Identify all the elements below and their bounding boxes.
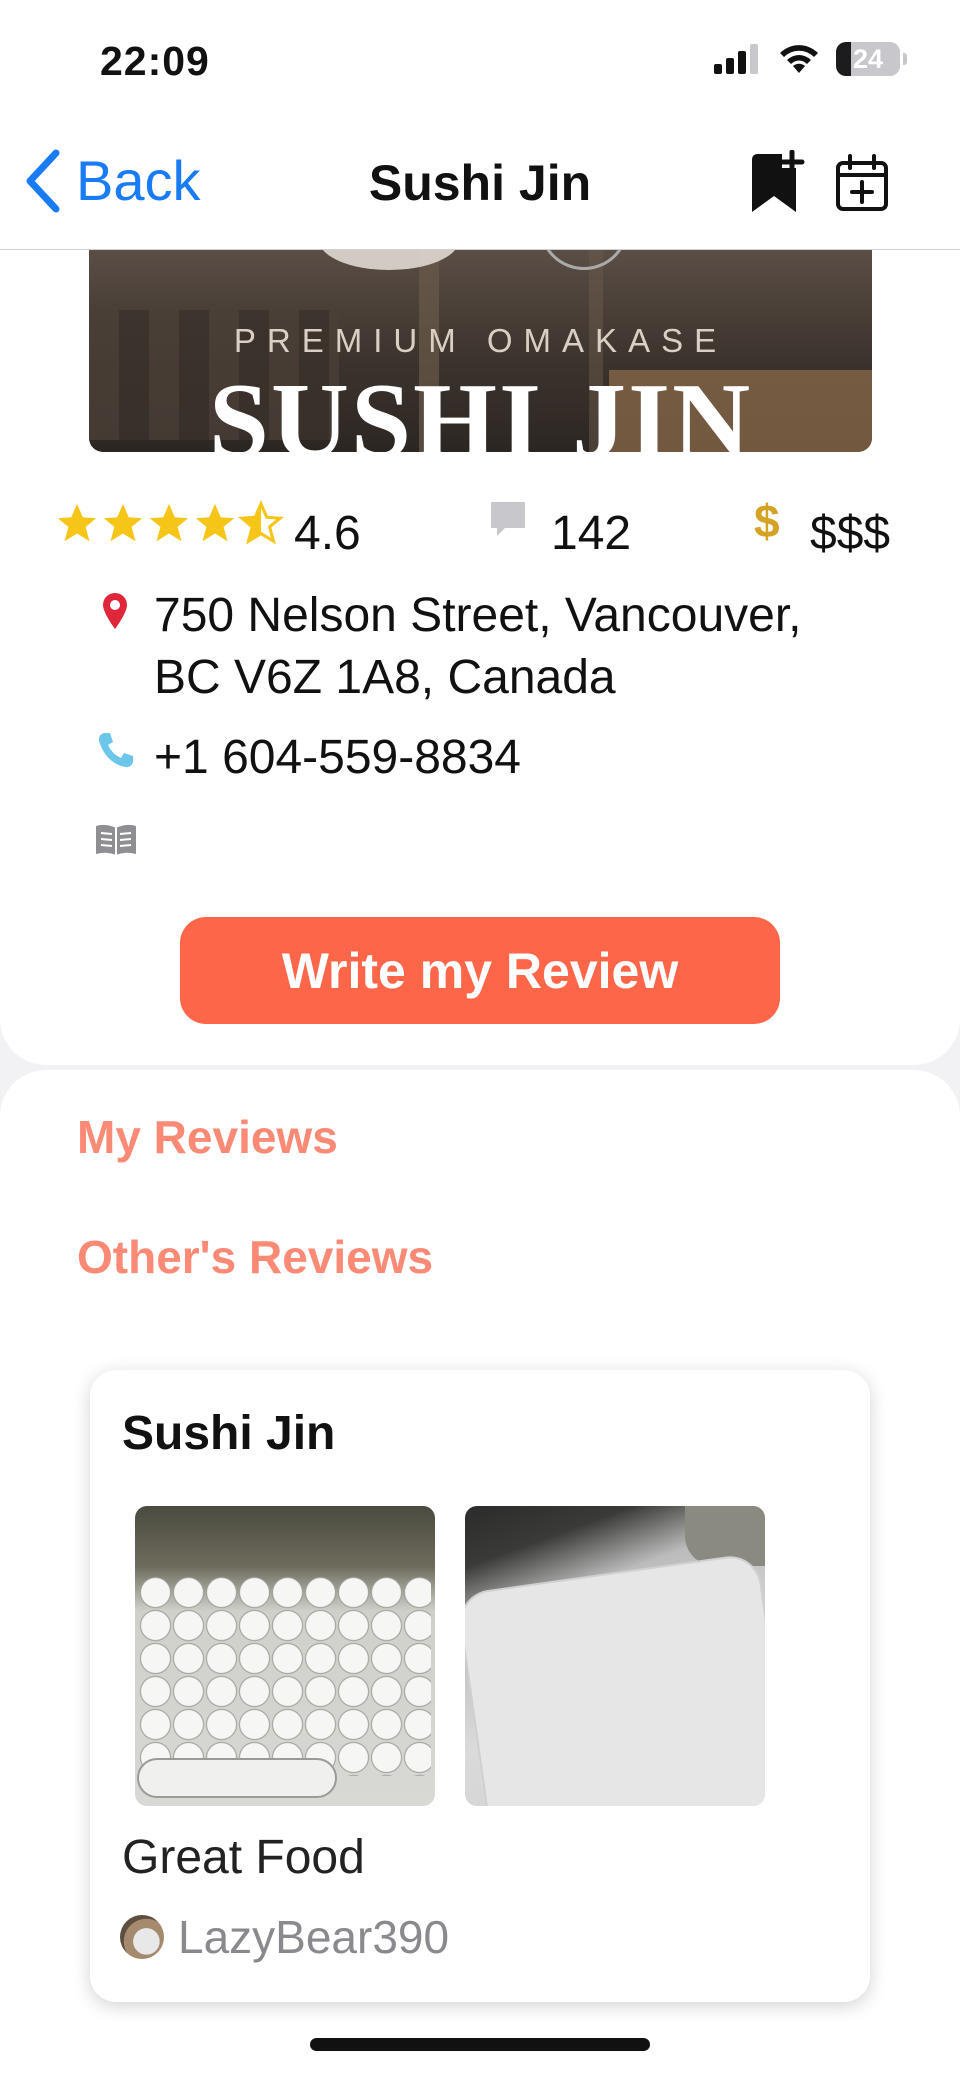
hero-title: SUSHI JIN — [208, 362, 753, 453]
location-pin-icon — [103, 593, 127, 629]
star-icon — [103, 503, 143, 542]
comment-icon — [491, 502, 525, 536]
phone-number: +1 604-559-8834 — [154, 731, 521, 784]
rating-stars — [54, 500, 284, 546]
restaurant-details-card: PREMIUM OMAKASE SUSHI JIN 4.6 142 $ $$$ … — [0, 250, 960, 1065]
avatar — [120, 1915, 164, 1959]
rating-value: 4.6 — [294, 507, 361, 560]
wifi-icon — [780, 45, 818, 73]
menu-book-icon[interactable] — [94, 822, 138, 858]
phone-row[interactable]: +1 604-559-8834 — [96, 730, 521, 784]
review-restaurant-name: Sushi Jin — [122, 1407, 336, 1460]
star-icon — [195, 503, 235, 542]
review-count: 142 — [551, 507, 632, 560]
reviews-sheet: My Reviews Other's Reviews Sushi Jin Gre… — [0, 1070, 960, 2079]
review-text: Great Food — [122, 1831, 365, 1884]
review-photo[interactable] — [135, 1506, 435, 1806]
dollar-icon: $ — [754, 495, 780, 547]
review-card[interactable]: Sushi Jin Great Food LazyBear390 — [90, 1370, 870, 2002]
status-icons: 24 — [714, 42, 907, 76]
my-reviews-heading[interactable]: My Reviews — [77, 1110, 338, 1164]
review-photo[interactable] — [465, 1506, 765, 1806]
phone-icon — [98, 733, 133, 768]
address-text: 750 Nelson Street, Vancouver, BC V6Z 1A8… — [154, 585, 802, 709]
calendar-add-icon[interactable] — [834, 153, 890, 213]
address-line-1: 750 Nelson Street, Vancouver, — [154, 589, 802, 642]
bookmark-add-icon[interactable] — [748, 150, 806, 216]
star-icon — [149, 503, 189, 542]
battery-icon: 24 — [836, 42, 907, 76]
half-star-icon — [238, 500, 284, 545]
write-review-button[interactable]: Write my Review — [180, 917, 780, 1024]
reviewer[interactable]: LazyBear390 — [120, 1910, 449, 1964]
navigation-bar: Back Sushi Jin — [0, 128, 960, 250]
battery-level: 24 — [852, 43, 884, 74]
price-level: $$$ — [810, 507, 891, 560]
status-bar: 22:09 24 — [0, 0, 960, 128]
others-reviews-heading[interactable]: Other's Reviews — [77, 1230, 433, 1284]
restaurant-hero-image: PREMIUM OMAKASE SUSHI JIN — [89, 250, 872, 452]
home-indicator — [310, 2038, 650, 2051]
status-time: 22:09 — [100, 38, 210, 84]
star-icon — [57, 503, 97, 542]
nav-actions — [748, 150, 890, 216]
cellular-signal-icon — [714, 44, 758, 74]
hero-subtitle: PREMIUM OMAKASE — [233, 322, 728, 359]
stats-row: 4.6 142 $ $$$ — [54, 495, 914, 560]
address-line-2: BC V6Z 1A8, Canada — [154, 651, 616, 704]
reviewer-name: LazyBear390 — [178, 1911, 450, 1963]
